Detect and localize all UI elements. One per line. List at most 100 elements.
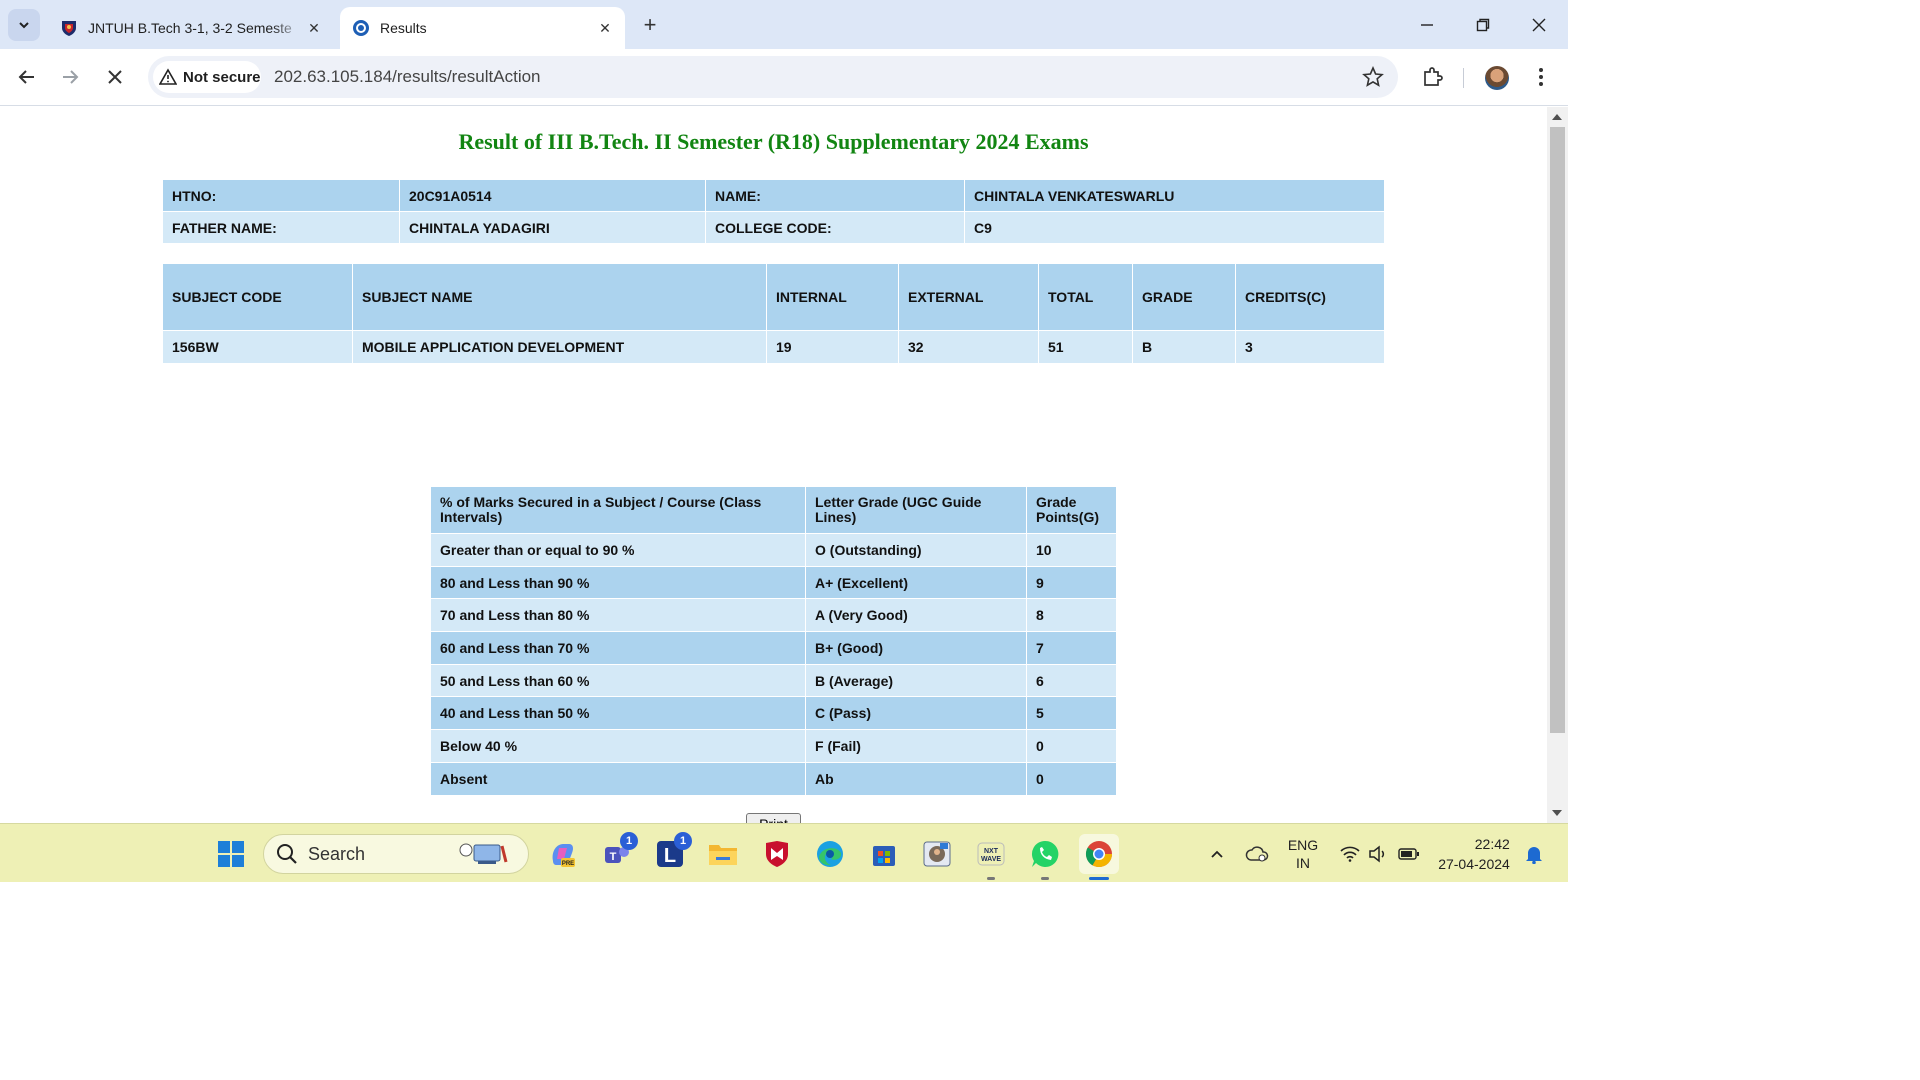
column-header: Letter Grade (UGC Guide Lines)	[805, 486, 1027, 534]
edge-icon[interactable]	[810, 834, 850, 874]
search-highlight-icon	[459, 843, 508, 864]
microsoft-store-icon[interactable]	[864, 834, 904, 874]
onedrive-cloud-icon[interactable]	[1243, 824, 1271, 883]
letter-grade: O (Outstanding)	[805, 533, 1027, 567]
column-header: Grade Points(G)	[1026, 486, 1117, 534]
url-text[interactable]: 202.63.105.184/results/resultAction	[274, 67, 541, 87]
volume-icon[interactable]	[1366, 824, 1390, 883]
column-header: TOTAL	[1038, 263, 1133, 331]
l-app-icon[interactable]: L 1	[650, 832, 692, 874]
nxtwave-icon[interactable]: NXT WAVE	[971, 834, 1011, 880]
language-indicator[interactable]: ENG IN	[1283, 824, 1323, 883]
page-title: Result of III B.Tech. II Semester (R18) …	[458, 129, 1089, 154]
search-icon	[277, 844, 297, 864]
copilot-icon[interactable]: PRE	[542, 834, 582, 874]
stop-loading-icon[interactable]	[99, 61, 131, 93]
info-row: HTNO: 20C91A0514 NAME: CHINTALA VENKATES…	[162, 179, 1385, 212]
table-row: 156BW MOBILE APPLICATION DEVELOPMENT 19 …	[162, 330, 1385, 364]
letter-grade: B (Average)	[805, 663, 1027, 698]
close-window-icon[interactable]	[1524, 10, 1554, 40]
external-marks: 32	[898, 330, 1039, 364]
scroll-down-arrow-icon[interactable]	[1552, 810, 1562, 816]
svg-text:PRE: PRE	[562, 861, 574, 867]
close-tab-icon[interactable]: ✕	[595, 18, 615, 38]
tab-title: JNTUH B.Tech 3-1, 3-2 Semeste	[88, 20, 292, 36]
college-code-label: COLLEGE CODE:	[705, 211, 965, 244]
column-header: SUBJECT NAME	[352, 263, 767, 331]
toolbar-separator	[1463, 68, 1464, 88]
table-row: 50 and Less than 60 % B (Average) 6	[430, 663, 1117, 698]
table-row: 40 and Less than 50 % C (Pass) 5	[430, 696, 1117, 731]
grade-points: 8	[1026, 598, 1117, 633]
bookmark-star-icon[interactable]	[1362, 66, 1384, 88]
minimize-icon[interactable]	[1412, 10, 1442, 40]
letter-grade: B+ (Good)	[805, 631, 1027, 665]
tab-strip: JNTUH B.Tech 3-1, 3-2 Semeste ✕ Results …	[0, 0, 1568, 49]
new-tab-plus-icon[interactable]: +	[637, 12, 663, 38]
grade: B	[1132, 330, 1236, 364]
table-row: 60 and Less than 70 % B+ (Good) 7	[430, 631, 1117, 665]
column-header: % of Marks Secured in a Subject / Course…	[430, 486, 806, 534]
column-header: SUBJECT CODE	[162, 263, 353, 331]
teams-badge: 1	[620, 832, 638, 850]
windows-start-icon[interactable]	[211, 834, 251, 874]
grading-scale-table: % of Marks Secured in a Subject / Course…	[430, 486, 1117, 796]
letter-grade: A (Very Good)	[805, 598, 1027, 633]
profile-avatar[interactable]	[1485, 66, 1509, 90]
column-header: GRADE	[1132, 263, 1236, 331]
close-tab-icon[interactable]: ✕	[304, 18, 324, 38]
tab-results[interactable]: Results ✕	[340, 7, 625, 49]
table-row: 80 and Less than 90 % A+ (Excellent) 9	[430, 565, 1117, 600]
grade-points: 6	[1026, 663, 1117, 698]
back-arrow-icon[interactable]	[11, 61, 43, 93]
print-button[interactable]: Print	[746, 813, 801, 823]
name-value: CHINTALA VENKATESWARLU	[964, 179, 1385, 212]
whatsapp-icon[interactable]	[1025, 834, 1065, 880]
table-row: Absent Ab 0	[430, 761, 1117, 796]
running-indicator	[987, 877, 995, 880]
college-code-value: C9	[964, 211, 1385, 244]
name-label: NAME:	[705, 179, 965, 212]
table-row: Below 40 % F (Fail) 0	[430, 729, 1117, 763]
table-row: 70 and Less than 80 % A (Very Good) 8	[430, 598, 1117, 633]
letter-grade: Ab	[805, 761, 1027, 796]
battery-icon[interactable]	[1396, 824, 1422, 883]
region-code: IN	[1296, 854, 1310, 871]
total-marks: 51	[1038, 330, 1133, 364]
time: 22:42	[1474, 835, 1510, 852]
grade-points: 5	[1026, 696, 1117, 731]
father-name-value: CHINTALA YADAGIRI	[399, 211, 706, 244]
clock[interactable]: 22:42 27-04-2024	[1432, 824, 1516, 883]
photos-app-icon[interactable]	[917, 834, 957, 874]
credits: 3	[1235, 330, 1385, 364]
vertical-scrollbar[interactable]	[1547, 107, 1568, 823]
father-name-label: FATHER NAME:	[162, 211, 400, 244]
column-header: CREDITS(C)	[1235, 263, 1385, 331]
teams-icon[interactable]: T 1	[596, 832, 638, 874]
restore-icon[interactable]	[1468, 10, 1498, 40]
extensions-puzzle-icon[interactable]	[1419, 64, 1445, 90]
globe-favicon-icon	[352, 19, 370, 37]
scroll-up-arrow-icon[interactable]	[1552, 114, 1562, 120]
marks-range: Below 40 %	[430, 729, 806, 763]
grade-points: 7	[1026, 631, 1117, 665]
letter-grade: F (Fail)	[805, 729, 1027, 763]
browser-toolbar: Not secure 202.63.105.184/results/result…	[0, 49, 1568, 106]
forward-arrow-icon[interactable]	[54, 61, 86, 93]
tab-jntuh[interactable]: JNTUH B.Tech 3-1, 3-2 Semeste ✕	[48, 7, 334, 49]
mcafee-icon[interactable]	[757, 834, 797, 874]
tab-search-button[interactable]	[8, 9, 40, 41]
more-menu-icon[interactable]	[1528, 64, 1554, 90]
chrome-icon[interactable]	[1079, 834, 1119, 880]
svg-text:L: L	[664, 845, 676, 867]
notification-bell-icon[interactable]	[1522, 824, 1546, 883]
address-bar[interactable]: Not secure 202.63.105.184/results/result…	[148, 56, 1398, 98]
show-hidden-icons-chevron-icon[interactable]	[1205, 824, 1229, 883]
svg-text:WAVE: WAVE	[981, 856, 1001, 863]
taskbar-search-box[interactable]: Search	[263, 834, 529, 874]
wifi-icon[interactable]	[1338, 824, 1362, 883]
site-info-chip[interactable]: Not secure	[153, 61, 261, 93]
file-explorer-icon[interactable]	[703, 834, 743, 874]
chevron-down-icon	[19, 22, 29, 29]
scrollbar-thumb[interactable]	[1550, 127, 1565, 733]
